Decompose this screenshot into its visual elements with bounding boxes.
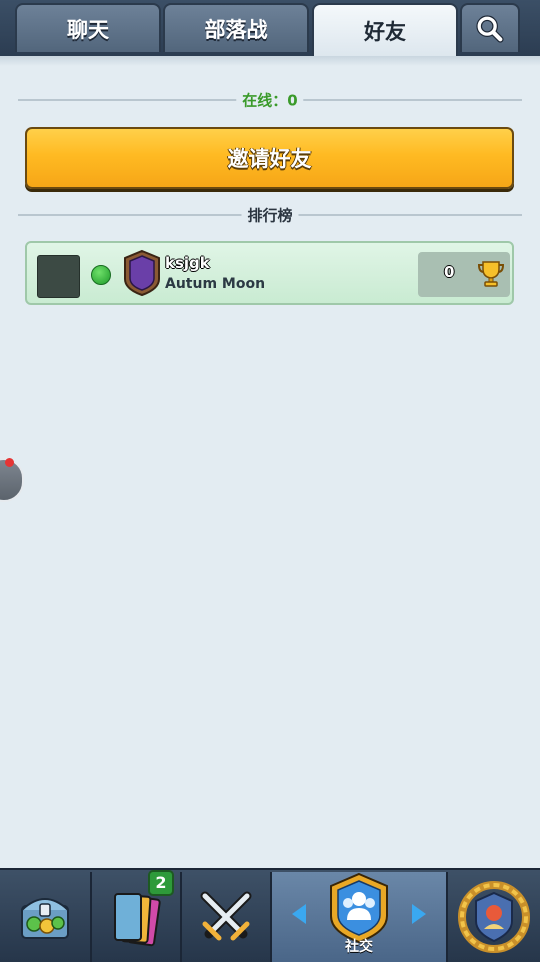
cards-badge: 2 [148, 870, 174, 896]
tab-chat[interactable]: 聊天 [15, 3, 161, 52]
nav-cards[interactable]: 2 [92, 870, 182, 962]
trophy-count-box: 0 [418, 252, 510, 297]
trophy-icon [477, 261, 505, 287]
search-button[interactable] [460, 3, 520, 52]
tab-chat-label: 聊天 [67, 17, 109, 42]
social-icon [330, 872, 388, 944]
battle-swords-icon [200, 891, 252, 941]
shop-chest-icon [21, 898, 69, 939]
tab-friends-label: 好友 [364, 19, 406, 44]
friend-name: ksjgk [165, 254, 210, 272]
avatar [37, 255, 80, 298]
trophy-count: 0 [444, 263, 455, 281]
search-icon [476, 14, 504, 43]
nav-social-label: 社交 [345, 939, 373, 955]
nav-events[interactable] [448, 872, 540, 962]
leaderboard-divider: 排行榜 [18, 204, 522, 226]
arrow-right-icon [412, 904, 426, 924]
tab-clan-war-label: 部落战 [204, 17, 268, 42]
nav-shop[interactable] [0, 872, 92, 962]
bottom-navigation: 2 社交 [0, 868, 540, 962]
friend-clan-name: Autum Moon [165, 276, 266, 292]
invite-friends-label: 邀请好友 [227, 147, 312, 171]
tab-friends[interactable]: 好友 [312, 3, 458, 56]
clan-shield-moon-icon [124, 249, 160, 297]
online-count-label: 在线：0 [236, 89, 304, 111]
tab-underline-shadow [0, 56, 540, 66]
arrow-left-icon [292, 904, 306, 924]
leaderboard-label: 排行榜 [241, 204, 299, 226]
online-divider: 在线：0 [18, 89, 522, 111]
nav-battle[interactable] [182, 872, 272, 962]
online-status-icon [91, 265, 111, 285]
nav-social[interactable]: 社交 [272, 872, 448, 962]
invite-friends-button[interactable]: 邀请好友 [25, 127, 514, 189]
top-tab-bar: 聊天 部落战 好友 [0, 0, 540, 58]
events-laurel-icon [458, 881, 530, 953]
notification-dot [5, 458, 14, 467]
friend-list-item[interactable]: ksjgk Autum Moon 0 [25, 241, 514, 305]
floating-assistant-bubble[interactable] [0, 458, 24, 502]
tab-clan-war[interactable]: 部落战 [163, 3, 309, 52]
